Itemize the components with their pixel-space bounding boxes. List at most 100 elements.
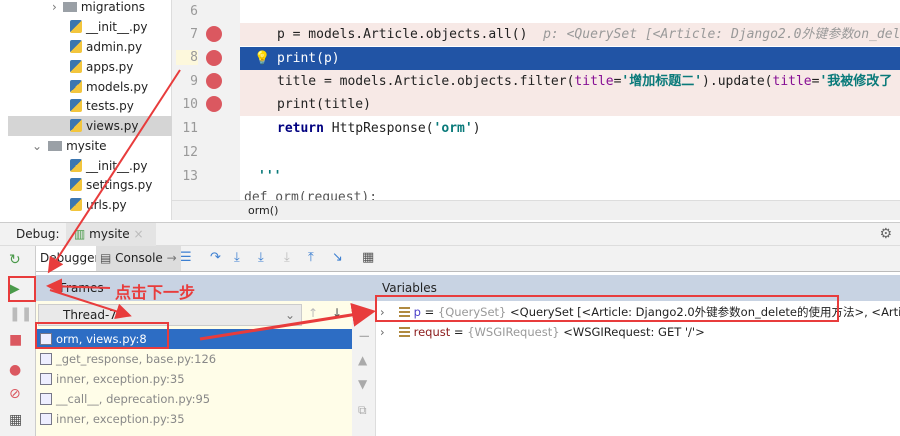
line-number: 11	[182, 121, 198, 136]
resume-icon[interactable]: ▶	[9, 281, 20, 297]
variables-header: Variables	[352, 275, 900, 301]
thread-dropdown[interactable]: Thread-7 ⌄	[38, 304, 302, 326]
variable-row[interactable]: › p = {QuerySet} <QuerySet [<Article: Dja…	[380, 302, 900, 322]
code-line-11: return HttpResponse('orm')	[277, 121, 481, 136]
chevron-down-icon: ⌄	[284, 308, 295, 322]
python-file-icon	[70, 159, 82, 172]
tree-folder-mysite[interactable]: ⌄ mysite	[32, 136, 107, 156]
copy-icon[interactable]: ⧉	[358, 403, 367, 418]
rerun-icon[interactable]: ↻	[9, 252, 21, 268]
tree-file[interactable]: __init__.py	[70, 17, 148, 37]
frame-item[interactable]: _get_response, base.py:126	[36, 349, 352, 369]
pause-icon[interactable]: ❚❚	[9, 306, 32, 322]
tree-file-selected[interactable]: views.py	[8, 116, 172, 136]
tree-label: apps.py	[86, 60, 134, 74]
layout-icon[interactable]: ▦	[9, 412, 22, 428]
line-number: 8	[176, 50, 198, 65]
line-number: 6	[190, 4, 198, 19]
annotation-text: 点击下一步	[115, 283, 196, 302]
frames-title: Frames	[60, 281, 104, 295]
arrow-down-icon[interactable]: ↓	[332, 306, 342, 320]
frame-icon	[40, 413, 52, 425]
show-execution-point-icon[interactable]: ☰	[180, 250, 192, 265]
tree-file[interactable]: urls.py	[70, 195, 127, 215]
frame-item[interactable]: inner, exception.py:35	[36, 409, 352, 429]
code-line-9: title = models.Article.objects.filter(ti…	[240, 70, 900, 93]
project-tree: › migrations __init__.py admin.py apps.py…	[0, 0, 172, 220]
frame-item[interactable]: orm, views.py:8	[36, 329, 352, 349]
tree-file[interactable]: models.py	[70, 77, 148, 97]
expand-icon: ›	[380, 325, 385, 339]
code-line-10: print(title)	[240, 93, 900, 116]
code-line-7: p = models.Article.objects.all() p: <Que…	[240, 23, 900, 46]
line-number: 7	[190, 27, 198, 42]
breadcrumb[interactable]: orm()	[172, 200, 900, 220]
tree-folder-migrations[interactable]: › migrations	[52, 0, 145, 17]
tree-label: settings.py	[86, 178, 153, 192]
tree-label: views.py	[86, 119, 139, 133]
step-out-icon[interactable]: ⤒	[308, 250, 314, 265]
gutter[interactable]: 6 7 8 9 10 11 12 13	[172, 0, 240, 200]
tree-file[interactable]: settings.py	[70, 175, 152, 195]
python-file-icon	[70, 119, 82, 132]
breakpoint-icon[interactable]	[206, 73, 222, 89]
tree-label: tests.py	[86, 99, 134, 113]
python-file-icon	[70, 20, 82, 33]
line-number: 13	[182, 169, 198, 184]
breakpoint-icon[interactable]	[206, 50, 222, 66]
debug-label: Debug:	[16, 227, 60, 241]
python-file-icon	[70, 198, 82, 211]
frame-item[interactable]: __call__, deprecation.py:95	[36, 389, 352, 409]
frame-icon	[40, 333, 52, 345]
add-watch-icon[interactable]: +	[358, 303, 371, 321]
step-over-icon[interactable]: ↷	[210, 250, 221, 265]
move-down-icon[interactable]: ▼	[358, 377, 367, 391]
tab-label: Console	[115, 251, 163, 265]
tree-label: urls.py	[86, 198, 127, 212]
console-icon: ▤	[100, 251, 116, 265]
field-icon	[398, 327, 410, 337]
line-number: 9	[190, 74, 198, 89]
tree-file[interactable]: tests.py	[70, 96, 134, 116]
view-breakpoints-icon[interactable]: ●	[9, 362, 21, 378]
python-file-icon	[70, 60, 82, 73]
evaluate-expression-icon[interactable]: ▦	[362, 250, 374, 265]
variables-title: Variables	[382, 281, 437, 295]
expand-icon: ›	[380, 305, 385, 319]
arrow-up-icon[interactable]: ↑	[308, 306, 318, 320]
debugger-toolbar: Debugger ▤ Console → ☰ ↷ ⤓ ⤓ ⤓ ⤒ ↘ ▦	[36, 246, 900, 272]
tree-label: __init__.py	[86, 159, 148, 173]
step-into-icon[interactable]: ⤓	[234, 250, 240, 265]
run-config-icon: ▥	[74, 227, 86, 241]
tree-label: __init__.py	[86, 20, 148, 34]
python-file-icon	[70, 99, 82, 112]
move-up-icon[interactable]: ▲	[358, 353, 367, 367]
tab-label: mysite	[89, 227, 130, 241]
gear-icon[interactable]: ⚙	[879, 226, 892, 242]
stop-icon[interactable]: ■	[9, 332, 22, 348]
close-icon[interactable]: ×	[133, 227, 143, 241]
debug-tool-window-header: Debug: ▥ mysite × ⚙	[0, 222, 900, 246]
mute-breakpoints-icon[interactable]: ⊘	[9, 386, 21, 402]
tree-file[interactable]: apps.py	[70, 57, 133, 77]
lightbulb-icon[interactable]: 💡	[254, 47, 270, 70]
step-into-my-code-icon[interactable]: ⤓	[258, 250, 264, 265]
debug-side-toolbar: ↻ ▶ ❚❚ ■ ● ⊘ ▦	[0, 246, 36, 436]
field-icon	[398, 307, 410, 317]
tree-file[interactable]: admin.py	[70, 37, 142, 57]
force-step-into-icon[interactable]: ⤓	[284, 250, 290, 265]
variable-row[interactable]: › requst = {WSGIRequest} <WSGIRequest: GE…	[380, 322, 705, 342]
frame-item[interactable]: inner, exception.py:35	[36, 369, 352, 389]
breakpoint-icon[interactable]	[206, 96, 222, 112]
tab-debugger[interactable]: Debugger	[36, 246, 104, 271]
tree-label: migrations	[80, 0, 145, 14]
run-to-cursor-icon[interactable]: ↘	[332, 250, 343, 265]
tree-label: admin.py	[86, 40, 143, 54]
tree-file[interactable]: __init__.py	[70, 156, 148, 176]
code-line-8-current: 💡 print(p)	[240, 47, 900, 70]
tab-console[interactable]: ▤ Console →	[96, 246, 181, 271]
remove-watch-icon[interactable]: −	[358, 327, 371, 345]
tab-mysite[interactable]: ▥ mysite ×	[66, 223, 156, 246]
code-editor[interactable]: 6 7 8 9 10 11 12 13 p = models.Article.o…	[172, 0, 900, 220]
breakpoint-icon[interactable]	[206, 26, 222, 42]
